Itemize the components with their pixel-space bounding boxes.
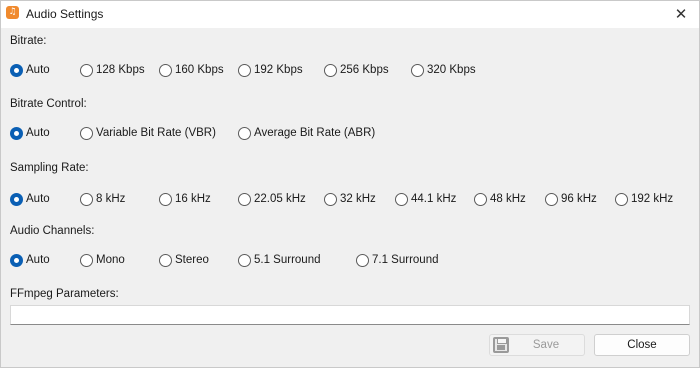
sampling-rate-option-96[interactable]: 96 kHz [545,191,597,207]
radio-checked-icon [10,253,23,267]
bitrate-control-option-abr[interactable]: Average Bit Rate (ABR) [238,125,375,141]
bitrate-option-256[interactable]: 256 Kbps [324,62,389,78]
sampling-rate-option-192[interactable]: 192 kHz [615,191,673,207]
bitrate-option-320[interactable]: 320 Kbps [411,62,476,78]
radio-icon [324,63,337,77]
window-title: Audio Settings [26,7,104,21]
radio-icon [80,126,93,140]
radio-icon [80,192,93,206]
radio-icon [324,192,337,206]
bitrate-option-160[interactable]: 160 Kbps [159,62,224,78]
sampling-rate-option-8[interactable]: 8 kHz [80,191,125,207]
sampling-rate-label: Sampling Rate: [10,162,89,174]
audio-channels-option-stereo[interactable]: Stereo [159,252,209,268]
audio-channels-option-7-1[interactable]: 7.1 Surround [356,252,439,268]
radio-icon [238,192,251,206]
bitrate-option-128[interactable]: 128 Kbps [80,62,145,78]
radio-icon [80,253,93,267]
radio-icon [411,63,424,77]
audio-channels-label: Audio Channels: [10,225,95,237]
ffmpeg-parameters-label: FFmpeg Parameters: [10,288,119,300]
title-bar: ♫ Audio Settings ✕ [1,1,699,28]
radio-icon [615,192,628,206]
radio-icon [395,192,408,206]
bitrate-control-option-auto[interactable]: Auto [10,125,50,141]
audio-channels-option-auto[interactable]: Auto [10,252,50,268]
close-button[interactable]: Close [594,334,690,356]
close-icon[interactable]: ✕ [663,1,699,28]
bitrate-option-auto[interactable]: Auto [10,62,50,78]
bitrate-control-radio-group: Auto Variable Bit Rate (VBR) Average Bit… [1,125,699,141]
bitrate-control-option-vbr[interactable]: Variable Bit Rate (VBR) [80,125,216,141]
radio-icon [80,63,93,77]
radio-icon [545,192,558,206]
sampling-rate-option-16[interactable]: 16 kHz [159,191,211,207]
save-button[interactable]: Save [489,334,585,356]
bitrate-option-192[interactable]: 192 Kbps [238,62,303,78]
radio-checked-icon [10,192,23,206]
sampling-rate-option-48[interactable]: 48 kHz [474,191,526,207]
sampling-rate-option-22-05[interactable]: 22.05 kHz [238,191,306,207]
radio-icon [356,253,369,267]
radio-icon [159,63,172,77]
radio-checked-icon [10,63,23,77]
ffmpeg-parameters-input[interactable] [10,305,690,325]
radio-icon [159,192,172,206]
audio-channels-option-mono[interactable]: Mono [80,252,125,268]
audio-channels-radio-group: Auto Mono Stereo 5.1 Surround 7.1 Surrou… [1,252,699,268]
sampling-rate-option-32[interactable]: 32 kHz [324,191,376,207]
radio-icon [238,63,251,77]
bitrate-control-label: Bitrate Control: [10,98,87,110]
radio-icon [474,192,487,206]
sampling-rate-option-auto[interactable]: Auto [10,191,50,207]
bitrate-radio-group: Auto 128 Kbps 160 Kbps 192 Kbps 256 Kbps… [1,62,699,78]
audio-channels-option-5-1[interactable]: 5.1 Surround [238,252,321,268]
button-bar: Save Close [1,327,699,367]
radio-icon [238,126,251,140]
radio-checked-icon [10,126,23,140]
sampling-rate-option-44-1[interactable]: 44.1 kHz [395,191,456,207]
music-note-icon: ♫ [6,6,19,19]
bitrate-label: Bitrate: [10,35,47,47]
radio-icon [159,253,172,267]
sampling-rate-radio-group: Auto 8 kHz 16 kHz 22.05 kHz 32 kHz 44.1 … [1,191,699,207]
audio-settings-window: ♫ Audio Settings ✕ Bitrate: Auto 128 Kbp… [0,0,700,368]
radio-icon [238,253,251,267]
